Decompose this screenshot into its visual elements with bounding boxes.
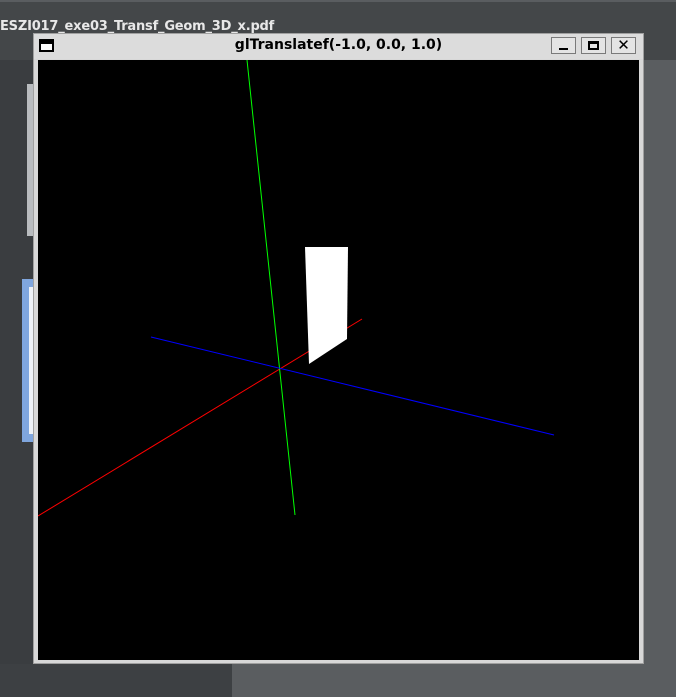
maximize-icon — [582, 38, 605, 53]
background-bottom-left — [0, 664, 232, 697]
translated-quad — [305, 247, 348, 364]
background-bottom-right — [232, 664, 676, 697]
close-icon: ✕ — [617, 36, 630, 54]
maximize-button[interactable] — [581, 37, 606, 54]
gl-scene — [38, 60, 555, 517]
background-divider — [0, 0, 676, 2]
background-document-tab-label[interactable]: ESZI017_exe03_Transf_Geom_3D_x.pdf — [0, 19, 274, 34]
close-button[interactable]: ✕ — [611, 37, 636, 54]
window-titlebar[interactable]: glTranslatef(-1.0, 0.0, 1.0) ✕ — [34, 34, 643, 59]
z-axis-line — [150, 336, 555, 436]
minimize-icon — [552, 38, 575, 53]
y-axis-line — [246, 60, 296, 516]
gl-canvas[interactable] — [38, 60, 639, 660]
minimize-button[interactable] — [551, 37, 576, 54]
opengl-window: glTranslatef(-1.0, 0.0, 1.0) ✕ — [33, 33, 644, 664]
background-right-panel — [644, 60, 676, 697]
